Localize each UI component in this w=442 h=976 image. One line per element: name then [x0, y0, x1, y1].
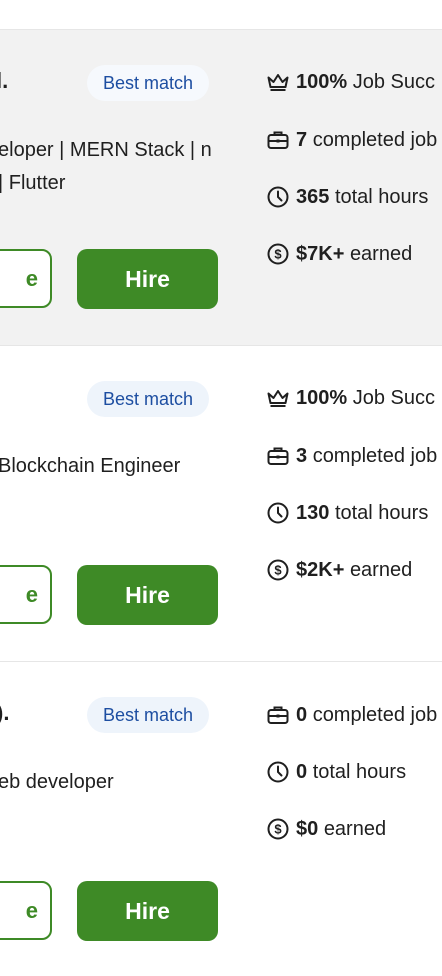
view-profile-button[interactable]: e — [0, 881, 52, 940]
total-hours-stat: 365 total hours — [266, 184, 442, 210]
clock-icon — [267, 502, 289, 524]
completed-jobs-value: 0 — [296, 704, 308, 726]
total-hours-stat: 130 total hours — [266, 500, 442, 526]
view-profile-button[interactable]: e — [0, 249, 52, 308]
completed-jobs-label: completed job — [312, 704, 438, 726]
job-success-label: Job Succ — [352, 387, 435, 409]
job-success-value: 100% — [296, 387, 348, 409]
freelancer-title: eb developer — [0, 771, 114, 793]
total-hours-value: 130 — [296, 502, 330, 524]
crown-icon — [267, 74, 289, 91]
earned-value: $0 — [296, 818, 319, 840]
total-hours-stat: 0 total hours — [266, 759, 442, 785]
freelancer-name[interactable]: ). — [0, 699, 9, 727]
freelancer-card[interactable]: ). Best match eb developer e Hire 0 comp… — [0, 661, 442, 976]
total-hours-label: total hours — [334, 186, 429, 208]
clock-icon — [267, 761, 289, 783]
briefcase-icon — [267, 706, 289, 724]
best-match-badge: Best match — [87, 65, 210, 101]
earned-label: earned — [323, 818, 387, 840]
job-success-value: 100% — [296, 71, 348, 93]
completed-jobs-value: 7 — [296, 129, 308, 151]
best-match-badge: Best match — [87, 697, 210, 733]
earned-label: earned — [349, 243, 413, 265]
best-match-badge: Best match — [87, 381, 210, 417]
dollar-circle-icon: $ — [267, 243, 289, 265]
dollar-circle-icon: $ — [267, 559, 289, 581]
completed-jobs-value: 3 — [296, 445, 308, 467]
crown-icon — [267, 390, 289, 407]
freelancer-name[interactable]: l. — [0, 67, 8, 95]
briefcase-icon — [267, 131, 289, 149]
earned-value: $7K+ — [296, 243, 345, 265]
completed-jobs-stat: 3 completed job — [266, 443, 442, 469]
freelancer-card[interactable]: l. Best match eloper | MERN Stack | n | … — [0, 29, 442, 345]
hire-button[interactable]: Hire — [77, 249, 218, 309]
completed-jobs-stat: 0 completed job — [266, 702, 442, 728]
earned-label: earned — [349, 559, 413, 581]
freelancer-title: eloper | MERN Stack | n | Flutter — [0, 139, 212, 194]
total-hours-label: total hours — [312, 761, 407, 783]
svg-text:$: $ — [274, 247, 282, 262]
completed-jobs-label: completed job — [312, 129, 438, 151]
hire-button[interactable]: Hire — [77, 881, 218, 941]
total-hours-label: total hours — [334, 502, 429, 524]
freelancer-card[interactable]: Best match Blockchain Engineer e Hire 10… — [0, 345, 442, 660]
briefcase-icon — [267, 447, 289, 465]
svg-text:$: $ — [274, 822, 282, 837]
completed-jobs-label: completed job — [312, 445, 438, 467]
total-hours-value: 365 — [296, 186, 330, 208]
job-success-stat: 100% Job Succ — [266, 385, 442, 411]
clock-icon — [267, 186, 289, 208]
job-success-label: Job Succ — [352, 71, 435, 93]
job-success-stat: 100% Job Succ — [266, 69, 442, 95]
svg-text:$: $ — [274, 563, 282, 578]
earned-stat: $ $7K+ earned — [266, 241, 442, 267]
freelancer-title: Blockchain Engineer — [0, 455, 181, 477]
earned-stat: $ $2K+ earned — [266, 557, 442, 583]
view-profile-button[interactable]: e — [0, 565, 52, 624]
total-hours-value: 0 — [296, 761, 308, 783]
earned-value: $2K+ — [296, 559, 345, 581]
hire-button[interactable]: Hire — [77, 565, 218, 625]
earned-stat: $ $0 earned — [266, 816, 442, 842]
completed-jobs-stat: 7 completed job — [266, 127, 442, 153]
dollar-circle-icon: $ — [267, 818, 289, 840]
